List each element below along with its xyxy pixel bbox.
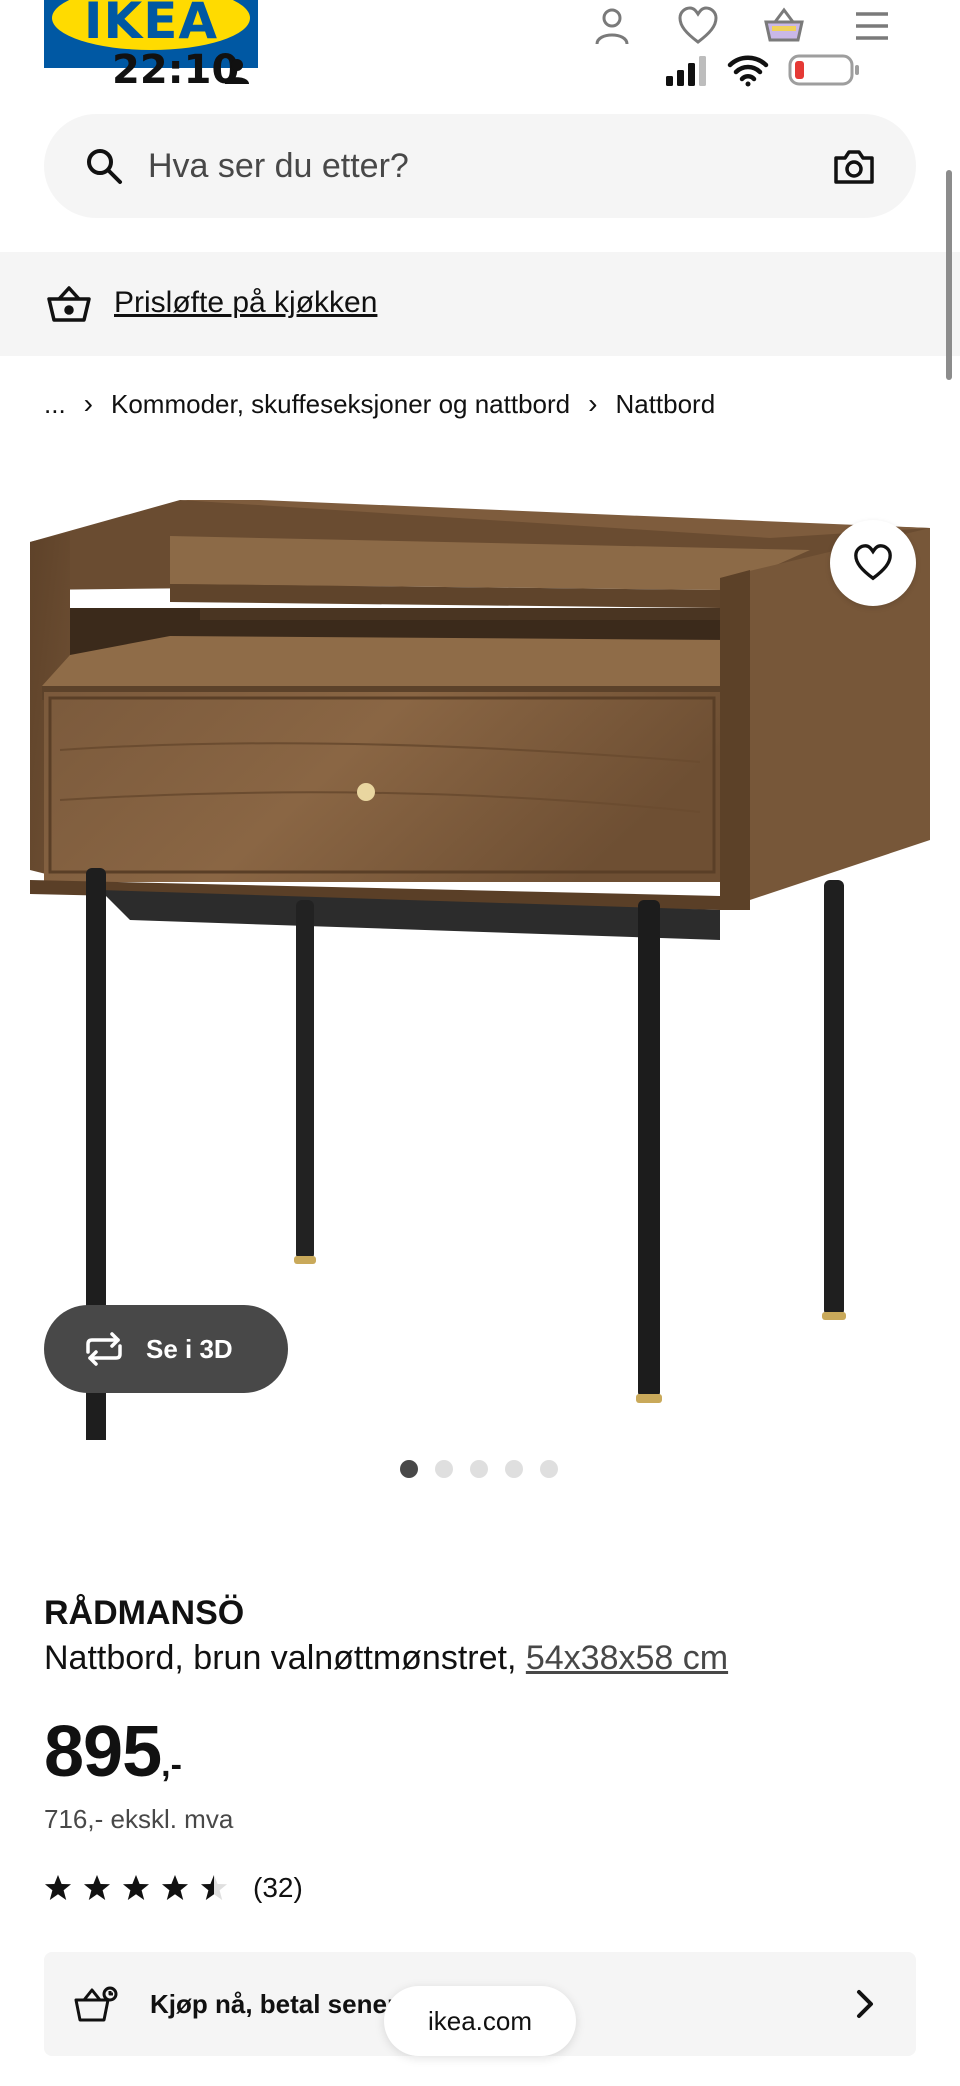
menu-icon[interactable] xyxy=(850,4,894,48)
basket-icon xyxy=(47,286,91,322)
gallery-dot[interactable] xyxy=(400,1460,418,1478)
product-type: Nattbord, brun valnøttmønstret, xyxy=(44,1639,517,1677)
status-bar-icons xyxy=(666,54,859,87)
chevron-right-icon: › xyxy=(588,388,598,419)
search-icon[interactable] xyxy=(84,146,124,186)
star-half-icon xyxy=(201,1875,227,1900)
review-count[interactable]: (32) xyxy=(253,1870,303,1906)
view-3d-label: Se i 3D xyxy=(146,1333,233,1364)
favorite-button[interactable] xyxy=(830,520,916,606)
heart-icon[interactable] xyxy=(676,4,720,48)
chevron-right-icon: › xyxy=(83,388,93,419)
logo-text: IKEA xyxy=(83,0,219,50)
search-input[interactable]: Hva ser du etter? xyxy=(148,144,409,188)
battery-icon xyxy=(788,54,859,86)
status-time: 22:10 xyxy=(112,47,240,93)
person-icon[interactable] xyxy=(590,4,634,48)
chevron-right-icon xyxy=(857,1990,873,2018)
star-full-icon xyxy=(123,1875,149,1900)
basket-icon[interactable] xyxy=(762,4,806,48)
star-full-icon xyxy=(84,1875,110,1900)
product-dimensions-link[interactable]: 54x38x58 cm xyxy=(526,1639,728,1677)
breadcrumb: ... › Kommoder, skuffeseksjoner og nattb… xyxy=(44,386,715,422)
star-full-icon xyxy=(45,1875,71,1900)
search-bar[interactable]: Hva ser du etter? xyxy=(44,114,916,218)
basket-clock-icon xyxy=(74,1986,118,2022)
browser-url-pill[interactable]: ikea.com xyxy=(384,1986,576,2056)
breadcrumb-item-category[interactable]: Kommoder, skuffeseksjoner og nattbord xyxy=(111,386,570,422)
scrollbar[interactable] xyxy=(946,170,952,380)
price-decimal: ,- xyxy=(161,1746,182,1784)
bnpl-label: Kjøp nå, betal senere xyxy=(150,1989,412,2019)
rotate-3d-icon xyxy=(86,1332,122,1366)
wifi-icon xyxy=(727,55,769,87)
rating-stars xyxy=(44,1874,239,1902)
product-rating[interactable]: (32) xyxy=(44,1870,303,1906)
heart-icon xyxy=(854,544,892,581)
signal-icon xyxy=(666,56,706,86)
gallery-pagination xyxy=(400,1460,575,1478)
product-price: 895,- xyxy=(44,1712,182,1812)
breadcrumb-ellipsis[interactable]: ... xyxy=(44,386,66,422)
price-excl-vat: 716,- ekskl. mva xyxy=(44,1804,234,1834)
breadcrumb-item-current[interactable]: Nattbord xyxy=(615,386,715,422)
price-integer: 895 xyxy=(44,1712,162,1792)
product-name: RÅDMANSÖ xyxy=(44,1594,245,1632)
promo-link[interactable]: Prisløfte på kjøkken xyxy=(114,282,377,324)
status-person-icon xyxy=(225,59,249,84)
gallery-dot[interactable] xyxy=(470,1460,488,1478)
gallery-dot[interactable] xyxy=(435,1460,453,1478)
star-full-icon xyxy=(162,1875,188,1900)
product-image[interactable] xyxy=(30,480,930,1440)
gallery-dot[interactable] xyxy=(540,1460,558,1478)
product-description: Nattbord, brun valnøttmønstret, 54x38x58… xyxy=(44,1636,728,1680)
gallery-dot[interactable] xyxy=(505,1460,523,1478)
camera-icon[interactable] xyxy=(832,144,876,188)
promo-banner[interactable]: Prisløfte på kjøkken xyxy=(0,252,960,356)
view-3d-button[interactable]: Se i 3D xyxy=(44,1305,288,1393)
